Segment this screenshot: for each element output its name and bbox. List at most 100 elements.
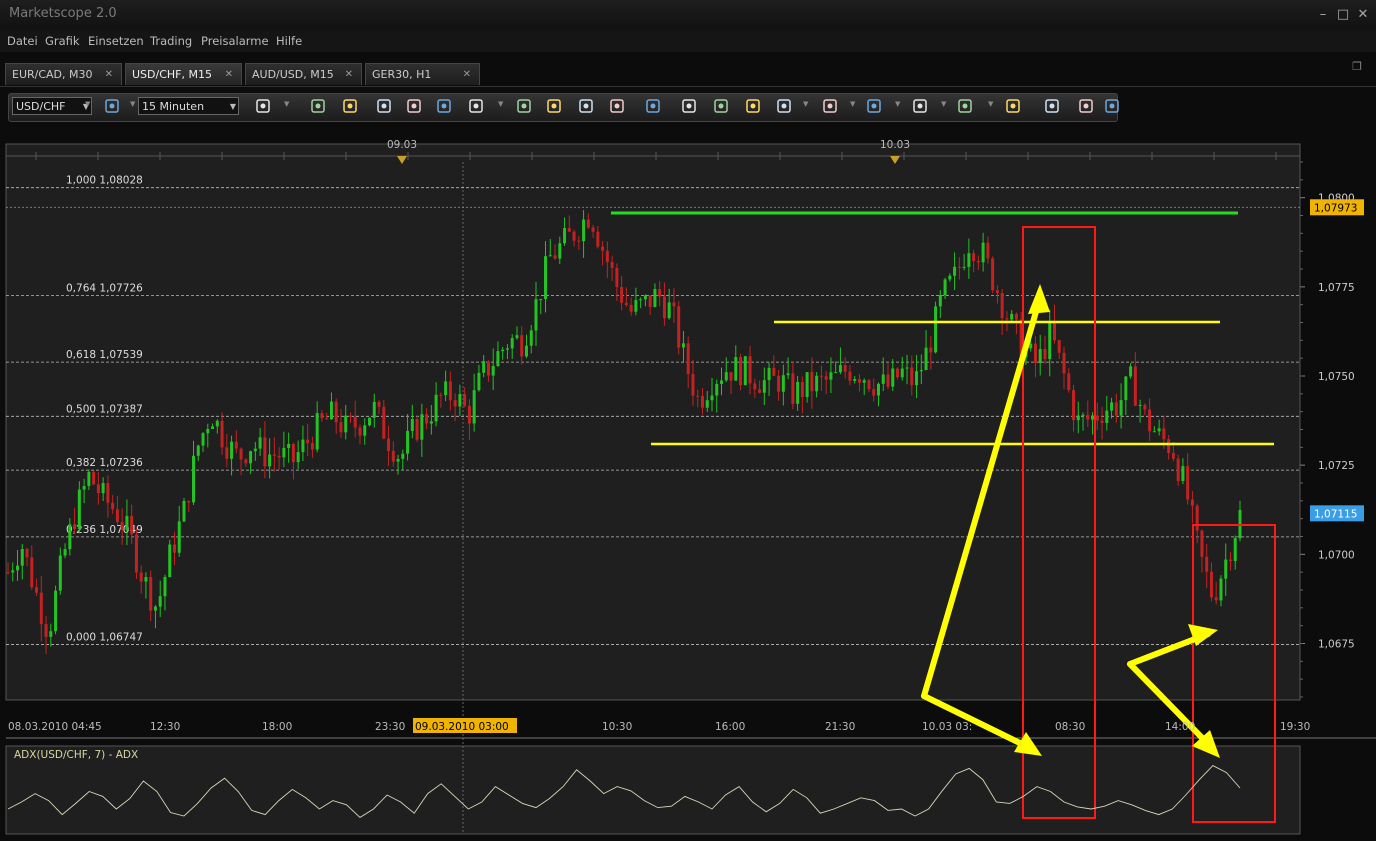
zoom-out-icon[interactable]: [406, 98, 422, 114]
candle-body: [1043, 349, 1047, 360]
candle-body: [1052, 321, 1056, 341]
candle-body: [715, 383, 719, 396]
cursor-icon[interactable]: [436, 98, 452, 114]
candle-body: [615, 267, 619, 287]
candle-body: [420, 414, 424, 440]
close-tab-icon[interactable]: ✕: [225, 64, 233, 86]
candle-body: [505, 348, 509, 350]
menu-grafik[interactable]: Grafik: [45, 34, 80, 48]
candle-body: [1095, 415, 1099, 421]
symbol-select[interactable]: USD/CHF ▼: [12, 97, 92, 115]
pen-icon[interactable]: [866, 98, 882, 114]
candle-body: [800, 381, 804, 398]
menu-einsetzen[interactable]: Einsetzen: [88, 34, 144, 48]
candle-body: [491, 365, 495, 376]
print-icon[interactable]: [713, 98, 729, 114]
candle-body: [691, 374, 695, 396]
ruler-icon[interactable]: [645, 98, 661, 114]
channel-icon[interactable]: [776, 98, 792, 114]
screenshot-icon[interactable]: [681, 98, 697, 114]
dropdown-arrow-icon[interactable]: ▼: [85, 100, 90, 108]
close-button[interactable]: ✕: [1354, 6, 1372, 24]
trendline-icon[interactable]: [745, 98, 761, 114]
minimize-button[interactable]: –: [1314, 6, 1332, 24]
candle-body: [696, 395, 700, 397]
candle-body: [796, 381, 800, 404]
eye-icon[interactable]: [578, 98, 594, 114]
indicator-title: ADX(USD/CHF, 7) - ADX: [14, 749, 138, 761]
candle-body: [824, 376, 828, 380]
close-tab-icon[interactable]: ✕: [463, 64, 471, 86]
tab-usd-chf[interactable]: USD/CHF, M15 ✕: [125, 63, 242, 85]
restore-window-icon[interactable]: ❐: [1352, 60, 1362, 73]
candle-body: [225, 447, 229, 459]
candle-body: [1076, 415, 1080, 421]
close-tab-icon[interactable]: ✕: [105, 64, 113, 86]
chart-type-icon[interactable]: [255, 98, 271, 114]
candle-body: [857, 379, 861, 383]
candle-body: [277, 455, 281, 458]
tab-eur-cad[interactable]: EUR/CAD, M30 ✕: [5, 63, 122, 85]
dropdown-arrow-icon[interactable]: ▼: [130, 100, 135, 108]
timeframe-select[interactable]: 15 Minuten ▼: [138, 97, 239, 115]
menu-hilfe[interactable]: Hilfe: [276, 34, 302, 48]
candle-body: [529, 330, 533, 346]
text-icon[interactable]: [1005, 98, 1021, 114]
candle-body: [296, 452, 300, 463]
maximize-button[interactable]: □: [1334, 6, 1352, 24]
candle-body: [1157, 428, 1161, 432]
candle-body: [976, 261, 980, 263]
grid-icon[interactable]: [1078, 98, 1094, 114]
candle-body: [348, 415, 352, 417]
timeframe-value: 15 Minuten: [142, 100, 205, 113]
ellipse-icon[interactable]: [912, 98, 928, 114]
candle-body: [1072, 390, 1076, 421]
candle-body: [6, 572, 10, 574]
candle-body: [1010, 313, 1014, 320]
menu-preisalarme[interactable]: Preisalarme: [201, 34, 269, 48]
crosshair-icon[interactable]: [468, 98, 484, 114]
candle-body: [111, 502, 115, 510]
candle-body: [363, 425, 367, 436]
candle-body: [943, 279, 947, 296]
signal-icon[interactable]: [546, 98, 562, 114]
candle-body: [1205, 556, 1209, 572]
indicator-icon[interactable]: [516, 98, 532, 114]
table-icon[interactable]: [342, 98, 358, 114]
candle-body: [534, 299, 538, 331]
dropdown-arrow-icon[interactable]: ▼: [498, 100, 503, 108]
eraser-icon[interactable]: [1044, 98, 1060, 114]
symbol-lookup-icon[interactable]: [104, 98, 120, 114]
tab-aud-usd[interactable]: AUD/USD, M15 ✕: [245, 63, 362, 85]
candle-body: [1224, 559, 1228, 579]
candle-body: [601, 246, 605, 251]
dropdown-arrow-icon[interactable]: ▼: [284, 100, 289, 108]
dropdown-arrow-icon[interactable]: ▼: [850, 100, 855, 108]
candle-body: [310, 443, 314, 450]
dropdown-arrow-icon[interactable]: ▼: [895, 100, 900, 108]
close-tab-icon[interactable]: ✕: [345, 64, 353, 86]
dropdown-arrow-icon[interactable]: ▼: [941, 100, 946, 108]
zoom-in-icon[interactable]: [376, 98, 392, 114]
candle-body: [120, 522, 124, 530]
candle-body: [843, 365, 847, 372]
dropdown-arrow-icon[interactable]: ▼: [988, 100, 993, 108]
candle-body: [25, 549, 29, 558]
chart-area[interactable]: 09.03 10.03 1,000 1,08028 0,764 1,07726 0,6…: [0, 136, 1376, 841]
dropdown-arrow-icon[interactable]: ▼: [803, 100, 808, 108]
indicator-panel: [5, 745, 1301, 835]
candle-body: [306, 439, 310, 444]
settings-icon[interactable]: [1104, 98, 1120, 114]
candle-body: [610, 262, 614, 268]
tab-ger30[interactable]: GER30, H1 ✕: [365, 63, 480, 85]
fan-icon[interactable]: [822, 98, 838, 114]
candle-body: [77, 489, 81, 530]
candle-body: [172, 544, 176, 553]
marker-icon[interactable]: [957, 98, 973, 114]
bar-chart-icon[interactable]: [310, 98, 326, 114]
candle-body: [1195, 505, 1199, 531]
menu-datei[interactable]: Datei: [7, 34, 38, 48]
globe-icon[interactable]: [609, 98, 625, 114]
menu-trading[interactable]: Trading: [150, 34, 192, 48]
candle-body: [467, 405, 471, 424]
